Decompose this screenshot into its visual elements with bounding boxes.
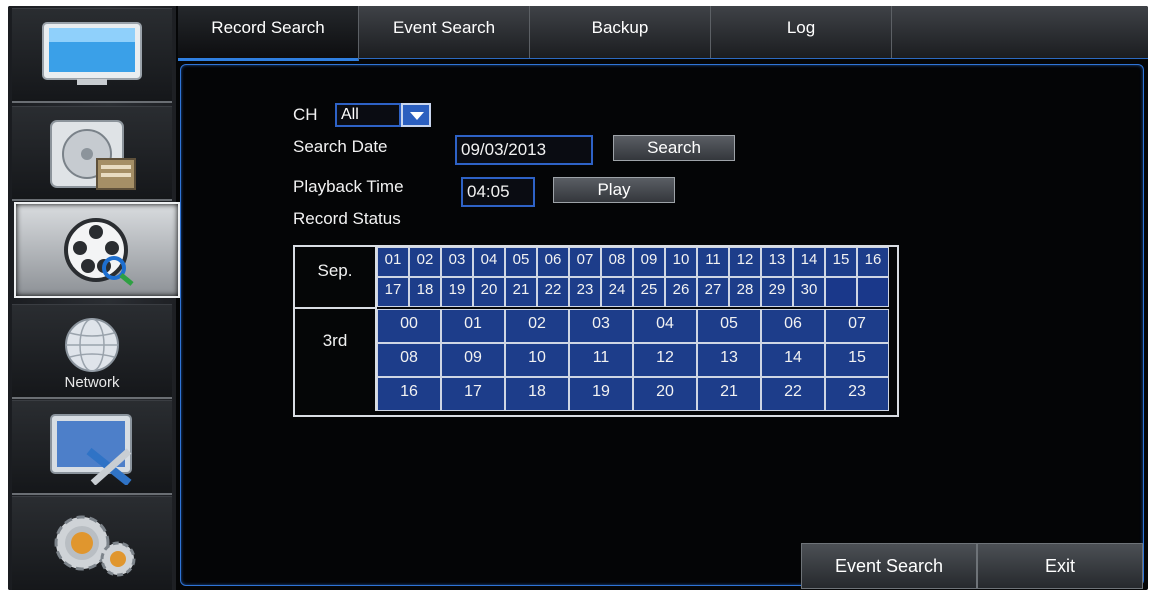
record-status-label: Record Status: [293, 209, 401, 228]
date-cell[interactable]: 23: [569, 277, 601, 307]
date-cell[interactable]: 28: [729, 277, 761, 307]
hour-cell[interactable]: 07: [825, 309, 889, 343]
hour-cell[interactable]: 04: [633, 309, 697, 343]
chevron-down-icon[interactable]: [401, 103, 431, 127]
hour-cell[interactable]: 05: [697, 309, 761, 343]
sidebar-item-label: Network: [64, 374, 120, 391]
date-cell[interactable]: 24: [601, 277, 633, 307]
date-cell[interactable]: 06: [537, 247, 569, 277]
event-search-button[interactable]: Event Search: [801, 543, 977, 589]
date-cell[interactable]: 08: [601, 247, 633, 277]
hour-cell[interactable]: 16: [377, 377, 441, 411]
hour-cell[interactable]: 02: [505, 309, 569, 343]
hour-cell[interactable]: 13: [697, 343, 761, 377]
tab-backup[interactable]: Backup: [530, 6, 711, 58]
hour-cell[interactable]: 00: [377, 309, 441, 343]
hour-cell[interactable]: 17: [441, 377, 505, 411]
network-globe-icon: [37, 315, 147, 380]
hour-cell[interactable]: 08: [377, 343, 441, 377]
hour-cell[interactable]: 09: [441, 343, 505, 377]
date-cell[interactable]: [825, 277, 857, 307]
hour-cell[interactable]: 18: [505, 377, 569, 411]
date-cell[interactable]: 02: [409, 247, 441, 277]
record-search-panel: CH All Search Date 09/03/2013 Search Pla…: [180, 64, 1144, 589]
hour-cell[interactable]: 01: [441, 309, 505, 343]
month-label: Sep.: [295, 247, 377, 309]
hour-cell[interactable]: 19: [569, 377, 633, 411]
date-cell[interactable]: 01: [377, 247, 409, 277]
date-cell[interactable]: [857, 277, 889, 307]
playback-time-field[interactable]: 04:05: [461, 177, 535, 207]
sidebar-item-network[interactable]: Network: [12, 304, 172, 399]
hour-cell[interactable]: 10: [505, 343, 569, 377]
date-cell[interactable]: 27: [697, 277, 729, 307]
date-cell[interactable]: 22: [537, 277, 569, 307]
date-cell[interactable]: 12: [729, 247, 761, 277]
film-reel-search-icon: [42, 214, 152, 291]
date-cell[interactable]: 13: [761, 247, 793, 277]
hour-cell[interactable]: 03: [569, 309, 633, 343]
sidebar-item-display[interactable]: [12, 8, 172, 103]
search-date-field[interactable]: 09/03/2013: [455, 135, 593, 165]
date-cell[interactable]: 14: [793, 247, 825, 277]
channel-select[interactable]: All: [335, 103, 443, 127]
tab-bar: Record Search Event Search Backup Log: [178, 6, 1148, 61]
dvr-screen: Network Record Search Event Search Backu…: [8, 6, 1148, 590]
sidebar-item-system[interactable]: [12, 400, 172, 495]
hour-cell[interactable]: 14: [761, 343, 825, 377]
date-cell[interactable]: 30: [793, 277, 825, 307]
hour-cell[interactable]: 06: [761, 309, 825, 343]
date-cell[interactable]: 18: [409, 277, 441, 307]
sidebar-item-settings[interactable]: [12, 496, 172, 590]
date-cell[interactable]: 09: [633, 247, 665, 277]
date-cell[interactable]: 04: [473, 247, 505, 277]
date-cell[interactable]: 16: [857, 247, 889, 277]
hour-cell[interactable]: 23: [825, 377, 889, 411]
hour-cell[interactable]: 12: [633, 343, 697, 377]
date-cell[interactable]: 25: [633, 277, 665, 307]
tab-record-search[interactable]: Record Search: [178, 6, 359, 61]
channel-select-value: All: [335, 103, 401, 127]
system-tools-icon: [37, 411, 147, 490]
playback-time-label: Playback Time: [293, 177, 404, 196]
date-cell[interactable]: 21: [505, 277, 537, 307]
date-cell[interactable]: 19: [441, 277, 473, 307]
hour-cell[interactable]: 21: [697, 377, 761, 411]
day-label: 3rd: [295, 309, 377, 411]
hour-cell[interactable]: 11: [569, 343, 633, 377]
play-button[interactable]: Play: [553, 177, 675, 203]
record-disk-icon: [37, 117, 147, 200]
search-button[interactable]: Search: [613, 135, 735, 161]
hour-cell[interactable]: 22: [761, 377, 825, 411]
sidebar: Network: [8, 6, 180, 590]
date-cell[interactable]: 20: [473, 277, 505, 307]
date-cell[interactable]: 11: [697, 247, 729, 277]
settings-gears-icon: [32, 507, 152, 586]
date-cell[interactable]: 10: [665, 247, 697, 277]
sidebar-item-search[interactable]: [14, 202, 180, 298]
date-cell[interactable]: 29: [761, 277, 793, 307]
tab-event-search[interactable]: Event Search: [359, 6, 530, 58]
date-cell[interactable]: 03: [441, 247, 473, 277]
hour-cell[interactable]: 20: [633, 377, 697, 411]
date-cell[interactable]: 07: [569, 247, 601, 277]
date-cell[interactable]: 17: [377, 277, 409, 307]
monitor-icon: [37, 19, 147, 96]
tab-log[interactable]: Log: [711, 6, 892, 58]
record-status-grid: Sep. 3rd 01 02 03 04 05 06 07 08 09 10 11 12 13 14 15 1…: [293, 245, 899, 417]
date-cell[interactable]: 05: [505, 247, 537, 277]
date-cell[interactable]: 26: [665, 277, 697, 307]
date-cell[interactable]: 15: [825, 247, 857, 277]
hour-cell[interactable]: 15: [825, 343, 889, 377]
search-date-label: Search Date: [293, 137, 388, 156]
exit-button[interactable]: Exit: [977, 543, 1143, 589]
sidebar-item-record[interactable]: [12, 106, 172, 201]
ch-label: CH: [293, 105, 318, 124]
